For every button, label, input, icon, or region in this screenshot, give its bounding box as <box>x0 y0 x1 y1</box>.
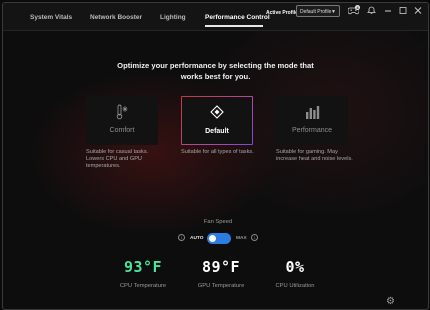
info-icon[interactable]: i <box>251 234 258 241</box>
tab-system-vitals[interactable]: System Vitals <box>30 14 72 21</box>
toggle-knob <box>209 235 216 242</box>
fan-speed-toggle[interactable] <box>207 233 231 244</box>
cpu-utilization-value: 0% <box>285 258 305 276</box>
mode-card-comfort[interactable]: Comfort <box>86 96 158 145</box>
maximize-icon[interactable] <box>399 6 407 15</box>
mode-card-performance[interactable]: Performance <box>276 96 348 145</box>
mode-label-performance: Performance <box>291 127 333 134</box>
mode-description-comfort: Suitable for casual tasks. Lowers CPU an… <box>86 149 149 169</box>
mode-description-performance: Suitable for gaming. May increase heat a… <box>276 149 353 162</box>
profile-dropdown-value: Default Profile <box>300 9 332 15</box>
fan-max-label: MAX <box>236 236 247 241</box>
profile-dropdown[interactable]: Default Profile ▼ <box>296 5 340 17</box>
cpu-utilization-label: CPU Utilization <box>275 283 315 289</box>
bell-icon[interactable] <box>367 6 376 15</box>
app-window: System Vitals Network Booster Lighting P… <box>2 2 429 310</box>
mode-description-default: Suitable for all types of tasks. <box>181 149 254 155</box>
mode-label-default: Default <box>205 128 229 135</box>
close-icon[interactable] <box>414 6 422 15</box>
diamond-icon <box>210 105 224 119</box>
mode-card-default[interactable]: Default <box>181 96 253 145</box>
tab-performance-control[interactable]: Performance Control <box>205 14 270 21</box>
gear-icon[interactable]: ⚙ <box>386 296 395 307</box>
performance-heading: Optimize your performance by selecting t… <box>117 61 314 81</box>
notification-badge: 4 <box>355 5 360 10</box>
fan-auto-label: AUTO <box>190 236 204 241</box>
gpu-temperature-label: GPU Temperature <box>197 283 245 289</box>
top-bar: System Vitals Network Booster Lighting P… <box>3 3 428 31</box>
fan-speed-title: Fan Speed <box>203 219 233 225</box>
active-profile-label: Active Profile <box>266 10 298 16</box>
mode-label-comfort: Comfort <box>109 127 135 134</box>
cpu-temperature-value: 93°F <box>123 258 163 276</box>
bars-icon <box>306 106 320 119</box>
tab-lighting[interactable]: Lighting <box>160 14 186 21</box>
info-icon[interactable]: i <box>178 234 185 241</box>
minimize-icon[interactable] <box>384 6 392 15</box>
chevron-down-icon: ▼ <box>331 9 336 15</box>
thermometer-snowflake-icon <box>116 104 128 120</box>
active-tab-indicator <box>205 25 263 27</box>
tab-network-booster[interactable]: Network Booster <box>90 14 142 21</box>
gpu-temperature-value: 89°F <box>201 258 241 276</box>
cpu-temperature-label: CPU Temperature <box>119 283 167 289</box>
